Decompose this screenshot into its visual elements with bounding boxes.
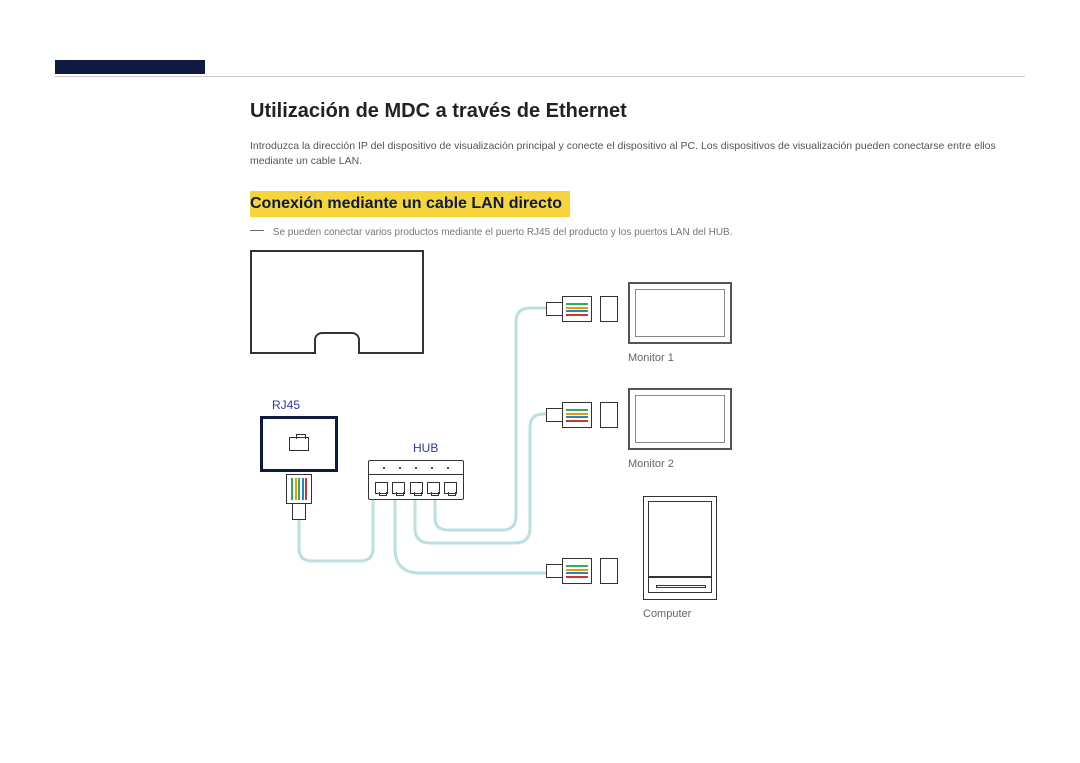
header-rule (55, 76, 1025, 77)
note-text: Se pueden conectar varios productos medi… (273, 227, 733, 238)
lan-connector-right-2 (546, 402, 592, 428)
rj45-label: RJ45 (272, 398, 300, 412)
main-display (250, 250, 424, 354)
page-content: Utilización de MDC a través de Ethernet … (250, 100, 1025, 668)
rj45-port-box (260, 416, 338, 472)
computer-label: Computer (643, 608, 691, 620)
monitor-2-label: Monitor 2 (628, 458, 674, 470)
monitor-2 (628, 388, 732, 450)
monitor-1 (628, 282, 732, 344)
port-box-2 (600, 402, 618, 428)
lan-connector-right-1 (546, 296, 592, 322)
hub-label: HUB (413, 441, 438, 455)
connection-diagram: RJ45 HUB (250, 248, 1030, 668)
lan-connector-right-3 (546, 558, 592, 584)
intro-paragraph: Introduzca la dirección IP del dispositi… (250, 139, 1025, 169)
port-box-1 (600, 296, 618, 322)
computer-tower (643, 496, 717, 600)
lan-connector-down (286, 474, 312, 520)
port-box-3 (600, 558, 618, 584)
note-line: Se pueden conectar varios productos medi… (250, 227, 1025, 238)
hub-device (368, 460, 464, 500)
monitor-1-label: Monitor 1 (628, 352, 674, 364)
header-accent-bar (55, 60, 205, 74)
subsection-heading: Conexión mediante un cable LAN directo (250, 191, 570, 217)
note-dash-icon (250, 230, 264, 231)
display-stand (314, 332, 360, 354)
section-heading: Utilización de MDC a través de Ethernet (250, 100, 1025, 123)
rj45-port-icon (289, 437, 309, 451)
